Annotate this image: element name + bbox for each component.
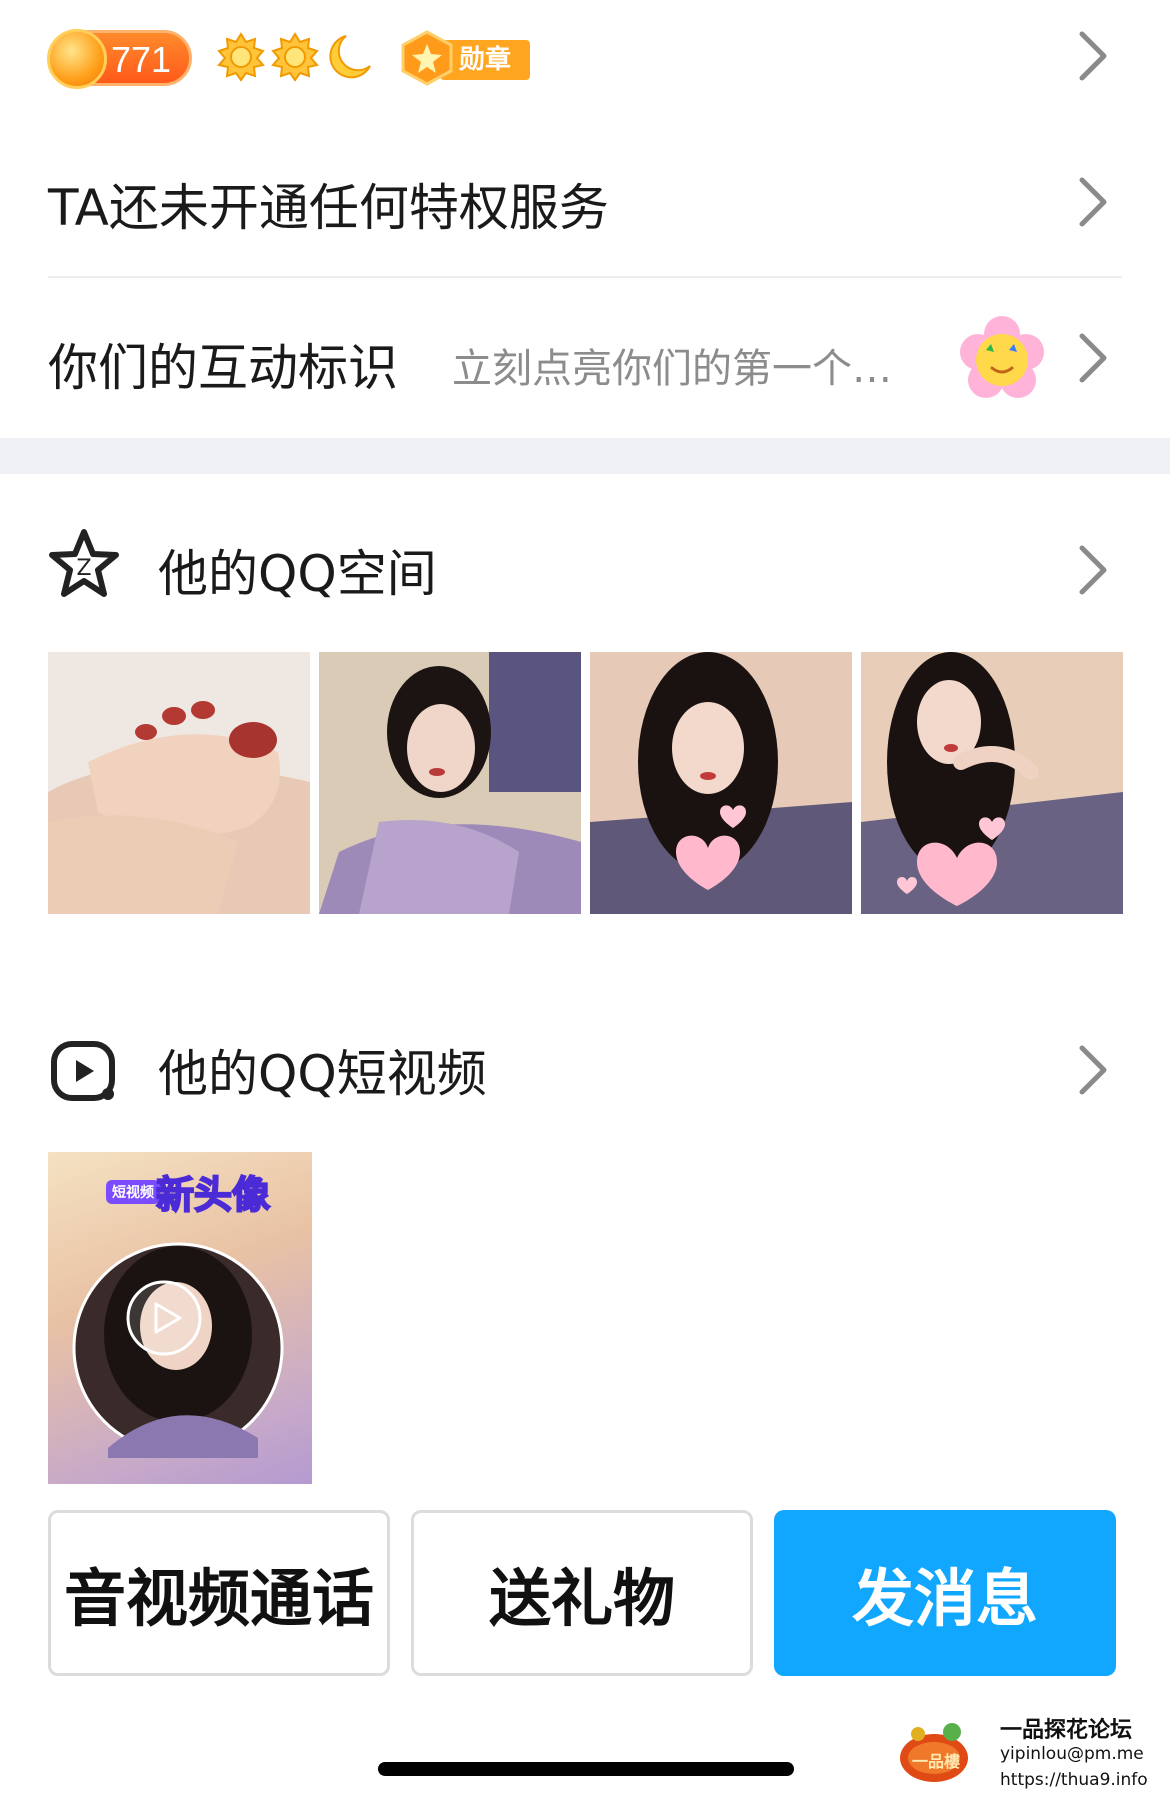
- coin-badge: 771: [47, 29, 192, 89]
- qzone-photo[interactable]: [861, 652, 1123, 914]
- medal-badge: 勋章: [400, 30, 530, 86]
- watermark-email: yipinlou@pm.me: [1000, 1744, 1144, 1764]
- status-badges-row[interactable]: 771 勋章: [0, 18, 1170, 118]
- sun-level-icon: [271, 32, 319, 82]
- short-video-cover[interactable]: 短视频 新头像: [48, 1152, 312, 1484]
- send-gift-button[interactable]: 送礼物: [411, 1510, 753, 1676]
- qzone-header[interactable]: Z 他的QQ空间: [0, 520, 1170, 620]
- short-video-icon: [51, 1041, 115, 1101]
- watermark-url: https://thua9.info: [1000, 1770, 1148, 1790]
- watermark-logo-text: 一品樓: [912, 1752, 961, 1771]
- moon-level-icon: [329, 35, 371, 79]
- chevron-right-icon: [1074, 1042, 1114, 1098]
- watermark-title: 一品探花论坛: [1000, 1718, 1133, 1743]
- send-message-button[interactable]: 发消息: [774, 1510, 1116, 1676]
- video-cover-tag: 短视频: [106, 1180, 160, 1204]
- svg-text:Z: Z: [76, 556, 91, 581]
- section-gap: [0, 438, 1170, 474]
- short-video-title: 他的QQ短视频: [158, 1045, 487, 1103]
- chevron-right-icon: [1074, 330, 1114, 386]
- qzone-title: 他的QQ空间: [158, 545, 437, 603]
- qzone-photo[interactable]: [319, 652, 581, 914]
- privilege-label: TA还未开通任何特权服务: [48, 179, 609, 237]
- chevron-right-icon: [1074, 28, 1114, 84]
- interaction-hint: 立刻点亮你们的第一个…: [452, 346, 892, 392]
- video-cover-title: 新头像: [155, 1172, 271, 1218]
- watermark: 一品樓 一品探花论坛 yipinlou@pm.me https://thua9.…: [898, 1710, 1170, 1803]
- qzone-photo[interactable]: [48, 652, 310, 914]
- home-indicator[interactable]: [378, 1762, 794, 1776]
- chevron-right-icon: [1074, 174, 1114, 230]
- chevron-right-icon: [1074, 542, 1114, 598]
- coin-icon: [47, 29, 107, 89]
- flower-face-icon: [960, 316, 1044, 398]
- play-icon: [126, 1280, 202, 1356]
- video-call-button[interactable]: 音视频通话: [48, 1510, 390, 1676]
- sun-level-icon: [217, 32, 265, 82]
- star-medal-icon: [401, 30, 453, 86]
- watermark-logo: 一品樓: [898, 1720, 970, 1784]
- privilege-row[interactable]: TA还未开通任何特权服务: [0, 130, 1170, 276]
- short-video-header[interactable]: 他的QQ短视频: [0, 1020, 1170, 1120]
- qzone-photo-strip: [48, 652, 1123, 914]
- coin-count: 771: [111, 39, 172, 80]
- interaction-mark-row[interactable]: 你们的互动标识 立刻点亮你们的第一个…: [0, 278, 1170, 438]
- qzone-photo[interactable]: [590, 652, 852, 914]
- interaction-label: 你们的互动标识: [48, 339, 398, 397]
- qzone-star-icon: Z: [49, 529, 119, 597]
